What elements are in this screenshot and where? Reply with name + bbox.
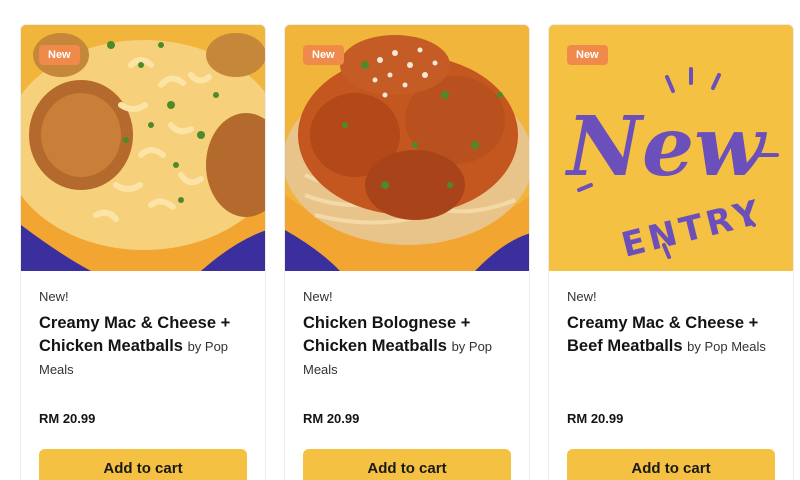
add-to-cart-button[interactable]: Add to cart bbox=[39, 449, 247, 480]
product-price: RM 20.99 bbox=[567, 411, 624, 426]
product-title[interactable]: Creamy Mac & Cheese + Beef Meatballs by … bbox=[567, 312, 775, 398]
product-title-line-1: Creamy Mac & Cheese + bbox=[567, 314, 759, 332]
product-info: New! Creamy Mac & Cheese + Beef Meatball… bbox=[549, 271, 793, 426]
product-eyebrow: New! bbox=[39, 289, 69, 304]
product-price: RM 20.99 bbox=[303, 411, 360, 426]
new-badge: New bbox=[303, 45, 344, 65]
product-title[interactable]: Creamy Mac & Cheese + Chicken Meatballs … bbox=[39, 312, 247, 398]
product-card[interactable]: New ENTRY New New! Creamy Mac & Cheese +… bbox=[548, 24, 794, 480]
new-badge: New bbox=[567, 45, 608, 65]
product-eyebrow: New! bbox=[303, 289, 333, 304]
product-info: New! Creamy Mac & Cheese + Chicken Meatb… bbox=[21, 271, 265, 426]
product-title-line-1: Creamy Mac & Cheese + bbox=[39, 314, 231, 332]
product-grid: New New! Creamy Mac & Cheese + Chicken M… bbox=[20, 24, 794, 480]
new-word: New bbox=[564, 99, 767, 195]
product-title-line-2: Chicken Meatballs bbox=[303, 337, 447, 355]
product-title-line-2: Beef Meatballs bbox=[567, 337, 683, 355]
product-title-line-2-wrap: Chicken Meatballs by Pop Meals bbox=[39, 335, 247, 381]
new-badge: New bbox=[39, 45, 80, 65]
product-title-line-1: Chicken Bolognese + bbox=[303, 314, 471, 332]
product-eyebrow: New! bbox=[567, 289, 597, 304]
product-image[interactable]: New ENTRY New bbox=[549, 25, 793, 271]
product-title[interactable]: Chicken Bolognese + Chicken Meatballs by… bbox=[303, 312, 511, 398]
product-card[interactable]: New New! Chicken Bolognese + Chicken Mea… bbox=[284, 24, 530, 480]
add-to-cart-button[interactable]: Add to cart bbox=[303, 449, 511, 480]
product-title-line-2: Chicken Meatballs bbox=[39, 337, 183, 355]
add-to-cart-button[interactable]: Add to cart bbox=[567, 449, 775, 480]
product-image[interactable]: New bbox=[21, 25, 265, 271]
product-title-line-2-wrap: Chicken Meatballs by Pop Meals bbox=[303, 335, 511, 381]
product-title-line-2-wrap: Beef Meatballs by Pop Meals bbox=[567, 335, 775, 358]
product-info: New! Chicken Bolognese + Chicken Meatbal… bbox=[285, 271, 529, 426]
product-vendor: by Pop Meals bbox=[687, 339, 766, 354]
product-image[interactable]: New bbox=[285, 25, 529, 271]
product-card[interactable]: New New! Creamy Mac & Cheese + Chicken M… bbox=[20, 24, 266, 480]
product-price: RM 20.99 bbox=[39, 411, 96, 426]
